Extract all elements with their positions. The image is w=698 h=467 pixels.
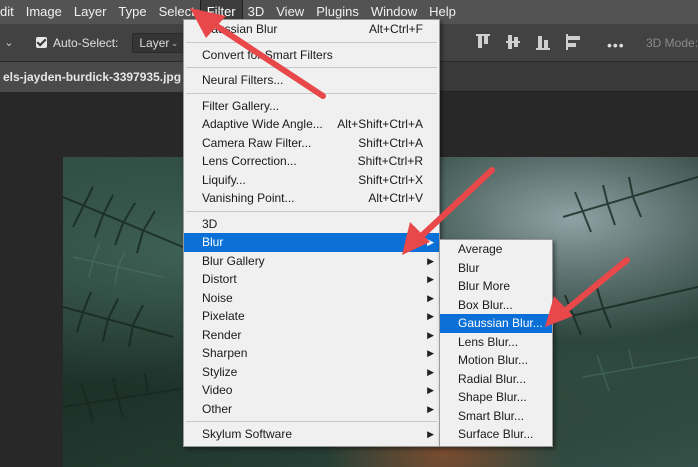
menu-item-label: Liquify... (202, 172, 246, 187)
menu-item-skylum-software[interactable]: Skylum Software ▶ (184, 425, 439, 444)
menu-separator (186, 41, 437, 43)
menu-item-label: Other (202, 401, 233, 416)
menu-item-label: Blur (202, 235, 224, 249)
menu-separator (186, 421, 437, 422)
menu-item-label: Video (202, 383, 233, 397)
menu-item-label: Sharpen (202, 346, 248, 360)
submenu-arrow-icon: ▶ (427, 292, 434, 303)
menu-item-lens-correction[interactable]: Lens Correction... Shift+Ctrl+R (184, 152, 439, 171)
align-top-edges-icon[interactable] (474, 32, 492, 52)
menu-item-label: Noise (202, 290, 233, 305)
menu-item-label: Filter Gallery... (202, 98, 280, 113)
submenu-arrow-icon: ▶ (427, 255, 434, 266)
menu-image[interactable]: Image (20, 0, 68, 24)
menu-item-blur[interactable]: Blur ▶ (184, 233, 439, 252)
menu-item-shortcut: Alt+Shift+Ctrl+A (337, 117, 423, 131)
document-tab[interactable]: els-jayden-burdick-3397935.jpg @ 2 (0, 62, 196, 92)
menu-separator (186, 92, 437, 94)
blur-menu-item-shape-blur[interactable]: Shape Blur... (440, 388, 552, 407)
menu-item-label: Lens Correction... (202, 154, 297, 168)
blur-submenu: Average Blur Blur More Box Blur... Gauss… (439, 239, 553, 447)
menu-item-label: Blur Gallery (202, 253, 265, 268)
menu-item-label: 3D (202, 216, 218, 231)
menu-layer[interactable]: Layer (68, 0, 113, 24)
menu-item-label: Neural Filters... (202, 73, 284, 87)
menu-item-shortcut: Alt+Ctrl+F (368, 22, 423, 36)
auto-select-label: Auto-Select: (53, 35, 119, 50)
menu-item-label: Adaptive Wide Angle... (202, 117, 323, 131)
menu-item-vanishing-point[interactable]: Vanishing Point... Alt+Ctrl+V (184, 189, 439, 208)
filter-menu: Gaussian Blur Alt+Ctrl+F Convert for Sma… (183, 19, 440, 447)
submenu-arrow-icon: ▶ (427, 274, 434, 284)
menu-item-noise[interactable]: Noise ▶ (184, 289, 439, 308)
menu-item-shortcut: Shift+Ctrl+R (357, 154, 423, 168)
menu-item-shortcut: Shift+Ctrl+X (358, 172, 423, 187)
menu-item-label: Render (202, 327, 242, 342)
auto-select-target-dropdown[interactable]: Layer ⌄ (132, 32, 185, 53)
menu-item-adaptive-wide-angle[interactable]: Adaptive Wide Angle... Alt+Shift+Ctrl+A (184, 115, 439, 134)
submenu-arrow-icon: ▶ (427, 385, 434, 395)
menu-item-sharpen[interactable]: Sharpen ▶ (184, 344, 439, 363)
align-left-edges-icon[interactable] (564, 32, 582, 52)
align-tools (474, 32, 594, 52)
menu-item-label: Pixelate (202, 309, 245, 323)
menu-item-render[interactable]: Render ▶ (184, 326, 439, 345)
tool-preset-chevron-icon[interactable]: ⌄ (0, 36, 18, 49)
blur-menu-item-motion-blur[interactable]: Motion Blur... (440, 351, 552, 370)
align-bottom-edges-icon[interactable] (534, 32, 552, 52)
blur-menu-item-gaussian-blur[interactable]: Gaussian Blur... (440, 314, 552, 333)
chevron-down-icon: ⌄ (170, 37, 179, 48)
menu-item-label: Distort (202, 272, 237, 286)
menu-item-last-filter[interactable]: Gaussian Blur Alt+Ctrl+F (184, 20, 439, 39)
blur-menu-item-blur-more[interactable]: Blur More (440, 277, 552, 296)
blur-menu-item-average[interactable]: Average (440, 240, 552, 259)
blur-menu-item-blur[interactable]: Blur (440, 259, 552, 278)
menu-item-label: Vanishing Point... (202, 191, 295, 205)
auto-select-target-value: Layer (139, 35, 170, 50)
blur-menu-item-surface-blur[interactable]: Surface Blur... (440, 425, 552, 444)
blur-menu-item-smart-blur[interactable]: Smart Blur... (440, 407, 552, 426)
3d-mode-label: 3D Mode: (646, 36, 698, 50)
submenu-arrow-icon: ▶ (427, 429, 434, 439)
more-options-button[interactable]: ••• (607, 37, 625, 53)
menu-item-neural-filters[interactable]: Neural Filters... (184, 71, 439, 90)
menu-item-camera-raw-filter[interactable]: Camera Raw Filter... Shift+Ctrl+A (184, 134, 439, 153)
align-vertical-centers-icon[interactable] (504, 32, 522, 52)
submenu-arrow-icon: ▶ (427, 311, 434, 321)
menu-item-shortcut: Shift+Ctrl+A (358, 135, 423, 150)
menu-item-liquify[interactable]: Liquify... Shift+Ctrl+X (184, 171, 439, 190)
menu-separator (186, 210, 437, 212)
menu-edit[interactable]: dit (0, 0, 20, 24)
menu-item-shortcut: Alt+Ctrl+V (368, 191, 423, 205)
menu-item-label: Gaussian Blur (202, 22, 278, 36)
menu-item-pixelate[interactable]: Pixelate ▶ (184, 307, 439, 326)
auto-select-checkbox[interactable] (36, 37, 47, 48)
menu-item-blur-gallery[interactable]: Blur Gallery ▶ (184, 252, 439, 271)
menu-separator (186, 67, 437, 68)
submenu-arrow-icon: ▶ (427, 403, 434, 414)
menu-item-label: Stylize (202, 364, 238, 379)
blur-menu-item-lens-blur[interactable]: Lens Blur... (440, 333, 552, 352)
menu-item-label: Convert for Smart Filters (202, 47, 333, 62)
submenu-arrow-icon: ▶ (427, 237, 434, 247)
menu-item-stylize[interactable]: Stylize ▶ (184, 363, 439, 382)
menu-item-other[interactable]: Other ▶ (184, 400, 439, 419)
menu-item-label: Camera Raw Filter... (202, 135, 312, 150)
blur-menu-item-radial-blur[interactable]: Radial Blur... (440, 370, 552, 389)
submenu-arrow-icon: ▶ (427, 366, 434, 377)
menu-item-distort[interactable]: Distort ▶ (184, 270, 439, 289)
menu-item-convert-smart-filters[interactable]: Convert for Smart Filters (184, 46, 439, 65)
submenu-arrow-icon: ▶ (427, 348, 434, 358)
menu-item-video[interactable]: Video ▶ (184, 381, 439, 400)
menu-item-3d[interactable]: 3D (184, 215, 439, 234)
menu-item-label: Skylum Software (202, 427, 293, 441)
submenu-arrow-icon: ▶ (427, 329, 434, 340)
menu-type[interactable]: Type (112, 0, 152, 24)
menu-item-filter-gallery[interactable]: Filter Gallery... (184, 97, 439, 116)
blur-menu-item-box-blur[interactable]: Box Blur... (440, 296, 552, 315)
